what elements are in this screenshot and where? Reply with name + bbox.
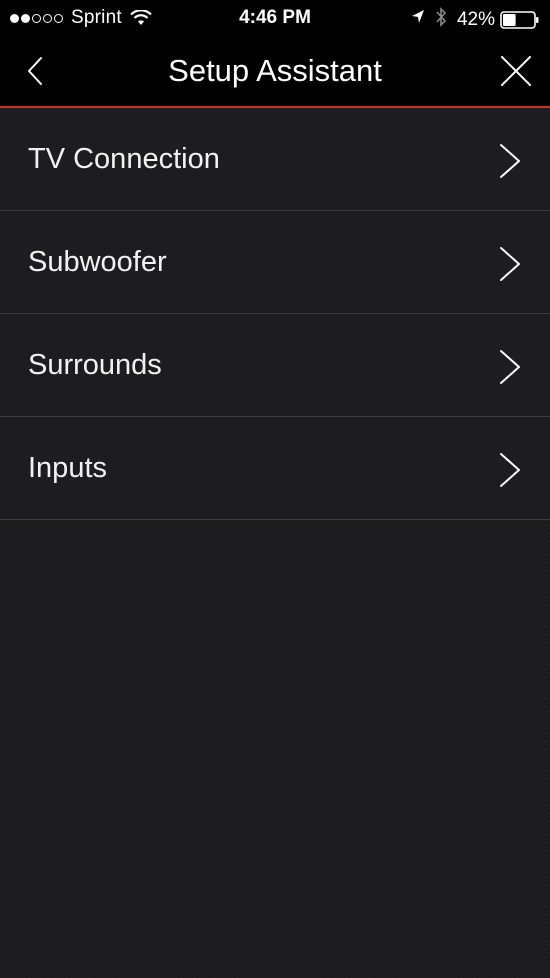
menu-item-label: Surrounds (28, 349, 162, 381)
menu-item-label: Inputs (28, 452, 107, 484)
battery-icon (500, 11, 540, 29)
status-right: 42% (411, 7, 540, 33)
chevron-right-icon (500, 453, 520, 487)
chevron-right-icon (500, 247, 520, 281)
close-icon (501, 56, 531, 86)
menu-item-surrounds[interactable]: Surrounds (0, 314, 550, 417)
screen: Sprint 4:46 PM 42% Setup Assistant TV Co… (0, 0, 550, 978)
menu-item-label: TV Connection (28, 143, 220, 175)
menu-item-subwoofer[interactable]: Subwoofer (0, 211, 550, 314)
battery-percent: 42% (456, 9, 495, 30)
close-button[interactable] (498, 53, 534, 89)
status-bar: Sprint 4:46 PM 42% (0, 0, 550, 36)
bluetooth-icon (435, 7, 447, 33)
page-title: Setup Assistant (168, 53, 382, 88)
setup-menu-list: TV Connection Subwoofer Surrounds Inputs (0, 108, 550, 520)
menu-item-inputs[interactable]: Inputs (0, 417, 550, 520)
nav-bar: Setup Assistant (0, 36, 550, 106)
menu-item-tv-connection[interactable]: TV Connection (0, 108, 550, 211)
chevron-right-icon (500, 144, 520, 178)
menu-item-label: Subwoofer (28, 246, 167, 278)
location-arrow-icon (411, 9, 425, 31)
chevron-right-icon (500, 350, 520, 384)
